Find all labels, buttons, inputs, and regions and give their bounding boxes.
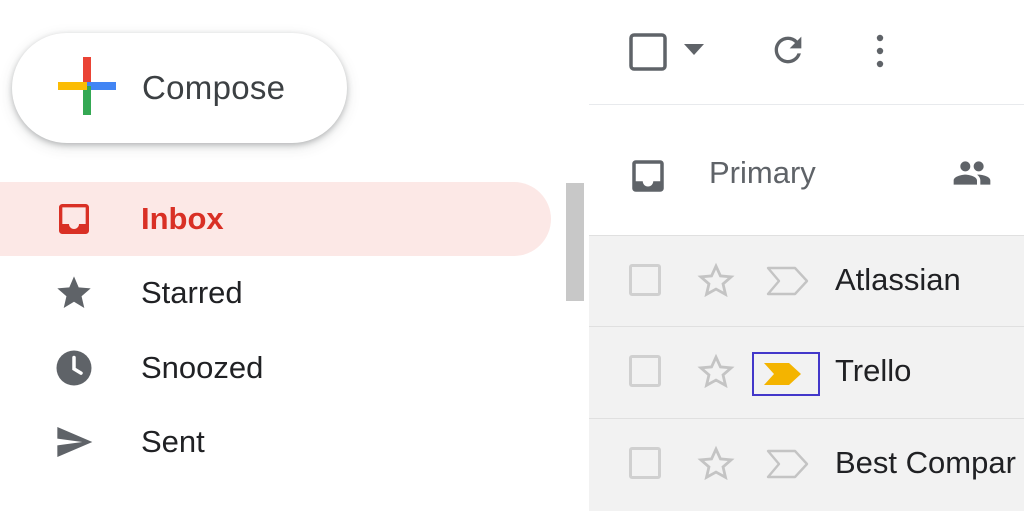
table-row[interactable]: Best Compar <box>589 418 1024 511</box>
select-all-checkbox[interactable] <box>628 32 668 72</box>
sidebar-item-label: Inbox <box>141 201 224 236</box>
tab-primary[interactable]: Primary <box>589 105 1024 235</box>
refresh-icon[interactable] <box>768 30 808 70</box>
star-outline-icon[interactable] <box>695 351 737 393</box>
table-row[interactable]: Atlassian <box>589 235 1024 328</box>
inbox-icon <box>632 160 664 192</box>
sidebar: Compose Inbox Starred Snoozed Sent <box>0 0 566 473</box>
sidebar-item-label: Snoozed <box>141 350 264 385</box>
importance-marker-icon[interactable] <box>765 264 811 298</box>
clock-icon <box>52 346 96 390</box>
compose-label: Compose <box>142 69 286 106</box>
inbox-icon <box>52 197 96 241</box>
table-row[interactable]: Trello <box>589 326 1024 419</box>
row-checkbox[interactable] <box>629 447 661 479</box>
row-checkbox[interactable] <box>629 264 661 296</box>
sidebar-item-snoozed[interactable]: Snoozed <box>0 331 551 405</box>
sender-name: Atlassian <box>835 262 961 297</box>
sender-name: Trello <box>835 353 912 388</box>
sidebar-item-label: Sent <box>141 424 205 459</box>
tab-label: Primary <box>709 155 816 190</box>
sidebar-item-starred[interactable]: Starred <box>0 256 551 330</box>
importance-marker-icon[interactable] <box>765 447 811 481</box>
send-icon <box>52 420 96 464</box>
sidebar-item-label: Starred <box>141 275 243 310</box>
more-options-icon[interactable] <box>870 32 890 72</box>
star-icon <box>52 271 96 315</box>
chevron-down-icon[interactable] <box>684 44 704 56</box>
plus-icon <box>58 57 116 115</box>
importance-marker-icon[interactable] <box>761 357 807 391</box>
star-outline-icon[interactable] <box>695 260 737 302</box>
sender-name: Best Compar <box>835 445 1016 480</box>
row-checkbox[interactable] <box>629 355 661 387</box>
compose-button[interactable]: Compose <box>12 33 347 143</box>
sidebar-item-inbox[interactable]: Inbox <box>0 182 551 256</box>
people-icon <box>953 161 991 185</box>
star-outline-icon[interactable] <box>695 443 737 485</box>
sidebar-scrollbar[interactable] <box>566 183 584 301</box>
sidebar-item-sent[interactable]: Sent <box>0 405 551 479</box>
